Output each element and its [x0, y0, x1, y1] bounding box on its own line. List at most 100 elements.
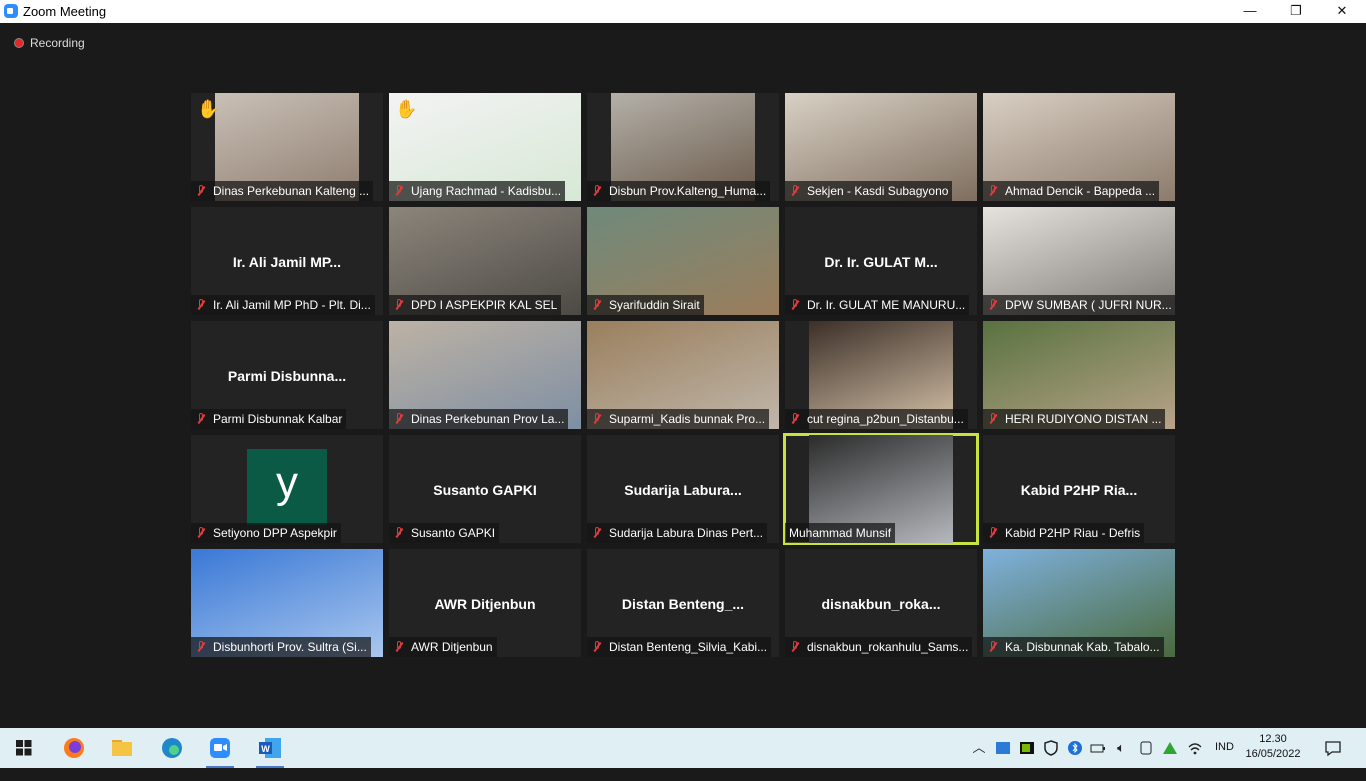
participant-name-label: Dinas Perkebunan Prov La...: [389, 409, 569, 429]
participant-name: Disbunhorti Prov. Sultra (Si...: [213, 640, 367, 654]
participant-tile[interactable]: Parmi Disbunna... Parmi Disbunnak Kalbar: [191, 321, 383, 429]
participant-tile[interactable]: Dinas Perkebunan Prov La...: [389, 321, 581, 429]
word-icon: W: [259, 738, 281, 758]
edge-taskbar-button[interactable]: [148, 728, 196, 768]
participant-name-label: cut regina_p2bun_Distanbu...: [785, 409, 968, 429]
word-taskbar-button[interactable]: W: [246, 728, 294, 768]
notification-icon[interactable]: [1324, 740, 1342, 757]
muted-mic-icon: [789, 413, 801, 425]
taskbar-clock[interactable]: 12.30 16/05/2022: [1242, 732, 1304, 762]
device-icon[interactable]: [1138, 740, 1154, 756]
language-indicator[interactable]: IND: [1215, 741, 1234, 781]
participant-tile[interactable]: Dr. Ir. GULAT M... Dr. Ir. GULAT ME MANUR…: [785, 207, 977, 315]
nvidia-icon[interactable]: [1019, 740, 1035, 756]
participant-name-label: Sudarija Labura Dinas Pert...: [587, 523, 768, 543]
participant-display-name: disnakbun_roka...: [821, 596, 941, 612]
close-button[interactable]: ✕: [1319, 0, 1365, 23]
participant-name-label: Parmi Disbunnak Kalbar: [191, 409, 347, 429]
muted-mic-icon: [393, 527, 405, 539]
participant-name: Sekjen - Kasdi Subagyono: [807, 184, 949, 198]
participant-name: Disbun Prov.Kalteng_Huma...: [609, 184, 767, 198]
recording-indicator[interactable]: Recording: [14, 36, 85, 50]
participant-name-label: Setiyono DPP Aspekpir: [191, 523, 341, 543]
participant-name-label: Ka. Disbunnak Kab. Tabalo...: [983, 637, 1164, 657]
muted-mic-icon: [789, 185, 801, 197]
zoom-app-icon: [210, 738, 230, 758]
muted-mic-icon: [195, 413, 207, 425]
participant-tile[interactable]: AWR Ditjenbun AWR Ditjenbun: [389, 549, 581, 657]
participant-name-label: DPW SUMBAR ( JUFRI NUR...: [983, 295, 1175, 315]
participant-display-name: AWR Ditjenbun: [434, 596, 536, 612]
speaker-icon[interactable]: 🔈︎: [1113, 740, 1129, 756]
muted-mic-icon: [591, 641, 603, 653]
participant-name: Sudarija Labura Dinas Pert...: [609, 526, 764, 540]
participant-tile[interactable]: Ahmad Dencik - Bappeda ...: [983, 93, 1175, 201]
participant-tile[interactable]: Ir. Ali Jamil MP... Ir. Ali Jamil MP PhD …: [191, 207, 383, 315]
avatar: y: [247, 449, 327, 525]
participant-tile[interactable]: Disbunhorti Prov. Sultra (Si...: [191, 549, 383, 657]
participant-name: Setiyono DPP Aspekpir: [213, 526, 337, 540]
raised-hand-icon: ✋: [197, 99, 220, 119]
participant-tile[interactable]: Sekjen - Kasdi Subagyono: [785, 93, 977, 201]
participant-tile[interactable]: Ka. Disbunnak Kab. Tabalo...: [983, 549, 1175, 657]
muted-mic-icon: [393, 641, 405, 653]
raised-hand-icon: ✋: [395, 99, 418, 119]
participant-name-label: HERI RUDIYONO DISTAN ...: [983, 409, 1166, 429]
participant-name-label: Ahmad Dencik - Bappeda ...: [983, 181, 1160, 201]
folder-icon: [112, 740, 132, 756]
participant-tile[interactable]: Syarifuddin Sirait: [587, 207, 779, 315]
muted-mic-icon: [789, 641, 801, 653]
security-shield-icon[interactable]: [1043, 740, 1059, 756]
participant-name: Suparmi_Kadis bunnak Pro...: [609, 412, 766, 426]
participant-tile[interactable]: HERI RUDIYONO DISTAN ...: [983, 321, 1175, 429]
update-triangle-icon[interactable]: [1162, 740, 1178, 756]
participant-tile[interactable]: DPW SUMBAR ( JUFRI NUR...: [983, 207, 1175, 315]
participant-name-label: Distan Benteng_Silvia_Kabi...: [587, 637, 772, 657]
participant-name: Distan Benteng_Silvia_Kabi...: [609, 640, 768, 654]
participant-name: Parmi Disbunnak Kalbar: [213, 412, 343, 426]
participant-tile[interactable]: Distan Benteng_... Distan Benteng_Silvia_…: [587, 549, 779, 657]
participant-tile[interactable]: Kabid P2HP Ria... Kabid P2HP Riau - Defri…: [983, 435, 1175, 543]
bluetooth-icon[interactable]: [1067, 740, 1083, 756]
muted-mic-icon: [987, 641, 999, 653]
muted-mic-icon: [195, 641, 207, 653]
participant-display-name: Dr. Ir. GULAT M...: [824, 254, 938, 270]
file-explorer-taskbar-button[interactable]: [98, 728, 146, 768]
participant-name-label: Kabid P2HP Riau - Defris: [983, 523, 1145, 543]
participant-tile[interactable]: cut regina_p2bun_Distanbu...: [785, 321, 977, 429]
clock-date: 16/05/2022: [1245, 748, 1301, 760]
participant-tile[interactable]: ✋ Ujang Rachmad - Kadisbu...: [389, 93, 581, 201]
muted-mic-icon: [591, 527, 603, 539]
battery-icon[interactable]: [1090, 740, 1106, 756]
firefox-taskbar-button[interactable]: [50, 728, 98, 768]
muted-mic-icon: [987, 527, 999, 539]
participant-tile[interactable]: ✋ Dinas Perkebunan Kalteng ...: [191, 93, 383, 201]
participant-tile[interactable]: Susanto GAPKI Susanto GAPKI: [389, 435, 581, 543]
participant-display-name: Ir. Ali Jamil MP...: [232, 254, 342, 270]
participant-display-name: Susanto GAPKI: [433, 482, 537, 498]
minimize-button[interactable]: —: [1227, 0, 1273, 23]
wifi-icon[interactable]: [1187, 740, 1203, 756]
participant-tile[interactable]: y Setiyono DPP Aspekpir: [191, 435, 383, 543]
participant-name-label: Dinas Perkebunan Kalteng ...: [191, 181, 374, 201]
participant-tile[interactable]: Sudarija Labura... Sudarija Labura Dinas …: [587, 435, 779, 543]
edge-icon: [162, 738, 182, 758]
participant-tile[interactable]: Suparmi_Kadis bunnak Pro...: [587, 321, 779, 429]
participant-display-name: Distan Benteng_...: [621, 596, 745, 612]
clock-time: 12.30: [1259, 733, 1287, 745]
chevron-up-icon[interactable]: ︿: [971, 740, 987, 756]
muted-mic-icon: [987, 413, 999, 425]
participant-tile[interactable]: Disbun Prov.Kalteng_Huma...: [587, 93, 779, 201]
participant-name: Ahmad Dencik - Bappeda ...: [1005, 184, 1156, 198]
muted-mic-icon: [789, 299, 801, 311]
start-button[interactable]: [0, 728, 48, 768]
participant-name: Ujang Rachmad - Kadisbu...: [411, 184, 562, 198]
muted-mic-icon: [195, 527, 207, 539]
taskbar: W ︿ 🔈︎ IND 12.30 16/05/2022: [0, 728, 1366, 768]
participant-tile[interactable]: Muhammad Munsif: [783, 433, 979, 545]
network-app-icon[interactable]: [995, 740, 1011, 756]
participant-tile[interactable]: disnakbun_roka... disnakbun_rokanhulu_Sam…: [785, 549, 977, 657]
maximize-button[interactable]: ❐: [1273, 0, 1319, 23]
zoom-taskbar-button[interactable]: [196, 728, 244, 768]
participant-tile[interactable]: DPD I ASPEKPIR KAL SEL: [389, 207, 581, 315]
